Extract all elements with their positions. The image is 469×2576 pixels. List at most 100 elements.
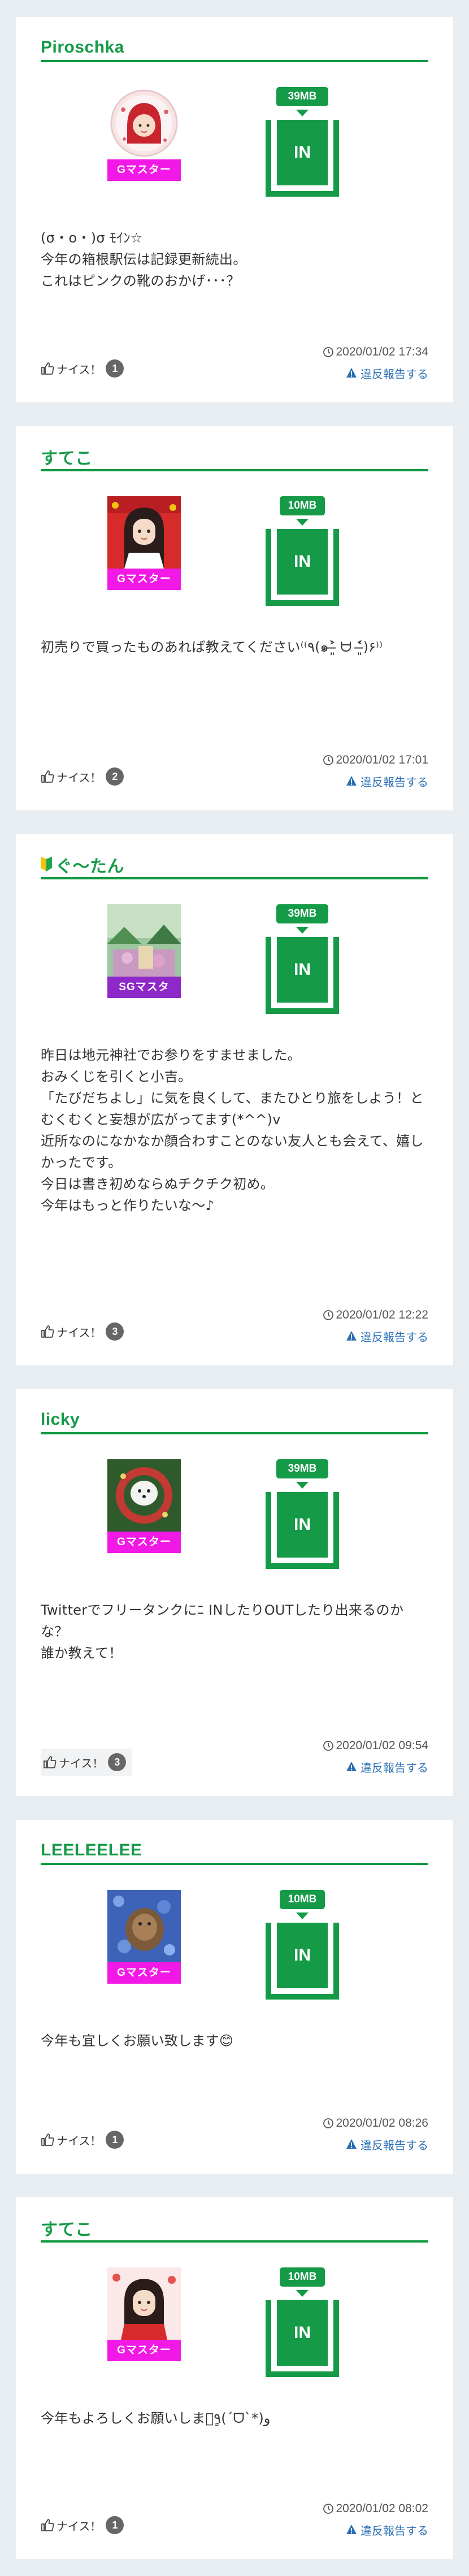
post-meta: 2020/01/02 08:02 違反報告する xyxy=(323,2500,429,2538)
size-pill: 39MB xyxy=(276,904,328,923)
nice-button[interactable]: ナイス！ 3 xyxy=(41,1321,127,1342)
in-label: IN xyxy=(277,120,328,185)
report-link[interactable]: 違反報告する xyxy=(323,2522,428,2538)
post-card: LEELEELEE Gマスター 10MB IN 今年も宜しくお願い致します😊 ナ… xyxy=(16,1820,453,2174)
post-meta: 2020/01/02 12:22 違反報告する xyxy=(323,1307,428,1344)
post-footer: ナイス！ 3 2020/01/02 12:22 違反報告する xyxy=(41,1307,428,1347)
username-link[interactable]: Piroschka xyxy=(41,38,124,57)
report-link[interactable]: 違反報告する xyxy=(323,773,428,789)
timestamp-text: 2020/01/02 09:54 xyxy=(336,1739,429,1752)
user-avatar[interactable]: Gマスター xyxy=(107,1459,181,1553)
post-card: ぐ〜たん SGマスタ 39MB IN 昨日は地元神社でお参りをすませました。 お… xyxy=(16,834,453,1365)
post-media: Gマスター 10MB IN xyxy=(41,496,428,626)
in-indicator: IN xyxy=(266,1923,339,2000)
tank-status: 39MB IN xyxy=(266,87,339,197)
avatar-image xyxy=(107,496,181,569)
post-meta: 2020/01/02 09:54 違反報告する xyxy=(323,1737,429,1775)
report-link[interactable]: 違反報告する xyxy=(323,2136,428,2152)
in-label: IN xyxy=(277,529,328,595)
size-pill: 10MB xyxy=(280,1890,325,1909)
post-body: Twitterでフリータンクにﾆ INしたりOUTしたり出来るのかな？ 誰か教え… xyxy=(41,1602,404,1661)
username-link[interactable]: すてこ xyxy=(41,444,93,469)
timestamp-text: 2020/01/02 17:01 xyxy=(336,753,429,766)
post-body: (σ・o・)σ ﾓｲﾝ☆ 今年の箱根駅伝は記録更新続出。 これはピンクの靴のおか… xyxy=(41,230,247,289)
username-link[interactable]: すてこ xyxy=(41,2215,93,2240)
avatar-image xyxy=(107,87,181,159)
in-indicator: IN xyxy=(266,529,339,606)
in-label: IN xyxy=(277,1923,328,1988)
user-avatar[interactable]: Gマスター xyxy=(107,1890,181,1984)
report-link[interactable]: 違反報告する xyxy=(323,1328,428,1344)
post-footer: ナイス！ 1 2020/01/02 08:26 違反報告する xyxy=(41,2115,428,2156)
thumbs-up-icon xyxy=(41,362,54,375)
timestamp: 2020/01/02 08:02 xyxy=(323,2500,429,2517)
nice-count: 1 xyxy=(106,2516,124,2534)
in-label: IN xyxy=(277,2300,328,2366)
nice-button[interactable]: ナイス！ 1 xyxy=(41,2515,127,2535)
nice-count: 1 xyxy=(106,2131,124,2149)
report-label: 違反報告する xyxy=(361,1760,428,1775)
report-link[interactable]: 違反報告する xyxy=(323,365,428,381)
nice-count: 1 xyxy=(106,359,124,378)
thumbs-up-icon xyxy=(41,770,54,783)
timestamp: 2020/01/02 09:54 xyxy=(323,1737,429,1754)
avatar-image xyxy=(107,2267,181,2340)
clock-icon xyxy=(323,2504,333,2514)
tank-status: 39MB IN xyxy=(266,1459,339,1569)
arrow-down-icon xyxy=(296,927,309,934)
report-label: 違反報告する xyxy=(361,1330,428,1344)
clock-icon xyxy=(323,1741,333,1751)
size-pill: 10MB xyxy=(280,2267,325,2287)
nice-label: ナイス！ xyxy=(57,1325,102,1339)
post-body: 初売りで買ったものあれば教えてください⁽⁽٩(๑˃̶͈̀ ᗨ ˂̶͈́)۶⁾⁾ xyxy=(41,639,383,655)
tank-status: 10MB IN xyxy=(266,1890,339,2000)
user-avatar[interactable]: Gマスター xyxy=(107,2267,181,2361)
warning-icon xyxy=(346,2139,357,2149)
user-avatar[interactable]: Gマスター xyxy=(107,87,181,181)
post-footer: ナイス！ 1 2020/01/02 08:02 違反報告する xyxy=(41,2500,428,2541)
thumbs-up-icon xyxy=(44,1756,57,1768)
post-header: ぐ〜たん xyxy=(41,852,428,879)
timestamp: 2020/01/02 17:01 xyxy=(323,752,429,769)
thumbs-up-icon xyxy=(41,2519,54,2531)
rank-badge: Gマスター xyxy=(107,569,181,590)
avatar-image xyxy=(107,904,181,977)
report-link[interactable]: 違反報告する xyxy=(323,1759,428,1775)
username-link[interactable]: LEELEELEE xyxy=(41,1841,142,1860)
post-header: すてこ xyxy=(41,2215,428,2243)
warning-icon xyxy=(346,368,357,378)
post-header: LEELEELEE xyxy=(41,1838,428,1865)
report-label: 違反報告する xyxy=(361,2138,428,2152)
user-avatar[interactable]: SGマスタ xyxy=(107,904,181,998)
nice-button[interactable]: ナイス！ 1 xyxy=(41,358,127,379)
timestamp-text: 2020/01/02 08:02 xyxy=(336,2502,429,2515)
nice-button[interactable]: ナイス！ 1 xyxy=(41,2130,127,2150)
in-indicator: IN xyxy=(266,1492,339,1569)
arrow-down-icon xyxy=(296,1482,309,1489)
arrow-down-icon xyxy=(296,2290,309,2297)
nice-button[interactable]: ナイス！ 2 xyxy=(41,766,127,787)
in-indicator: IN xyxy=(266,120,339,197)
username-link[interactable]: ぐ〜たん xyxy=(55,852,124,877)
user-avatar[interactable]: Gマスター xyxy=(107,496,181,590)
post-body: 今年もよろしくお願いしますٍ٩(ˊᗜˋ*)و xyxy=(41,2410,271,2426)
nice-button[interactable]: ナイス！ 3 xyxy=(41,1749,132,1776)
nice-label: ナイス！ xyxy=(57,362,102,376)
nice-label: ナイス！ xyxy=(57,770,102,784)
nice-label: ナイス！ xyxy=(57,2133,102,2148)
post-body: 昨日は地元神社でお参りをすませました。 おみくじを引くと小吉。 「たびだちよし」… xyxy=(41,1047,424,1213)
post-media: Gマスター 10MB IN xyxy=(41,1890,428,2020)
report-label: 違反報告する xyxy=(361,367,428,381)
post-card: licky Gマスター 39MB IN Twitterでフリータンクにﾆ INし… xyxy=(16,1389,453,1796)
rank-badge: Gマスター xyxy=(107,159,181,181)
post-media: Gマスター 10MB IN xyxy=(41,2267,428,2397)
post-media: Gマスター 39MB IN xyxy=(41,87,428,217)
post-footer: ナイス！ 3 2020/01/02 09:54 違反報告する xyxy=(41,1737,428,1778)
warning-icon xyxy=(346,1762,357,1771)
in-label: IN xyxy=(277,1492,328,1558)
post-feed: Piroschka Gマスター 39MB IN (σ・o・)σ ﾓｲﾝ☆ 今年の… xyxy=(0,0,469,2576)
post-media: SGマスタ 39MB IN xyxy=(41,904,428,1034)
username-link[interactable]: licky xyxy=(41,1410,80,1429)
warning-icon xyxy=(346,776,357,786)
rank-badge: Gマスター xyxy=(107,2340,181,2361)
